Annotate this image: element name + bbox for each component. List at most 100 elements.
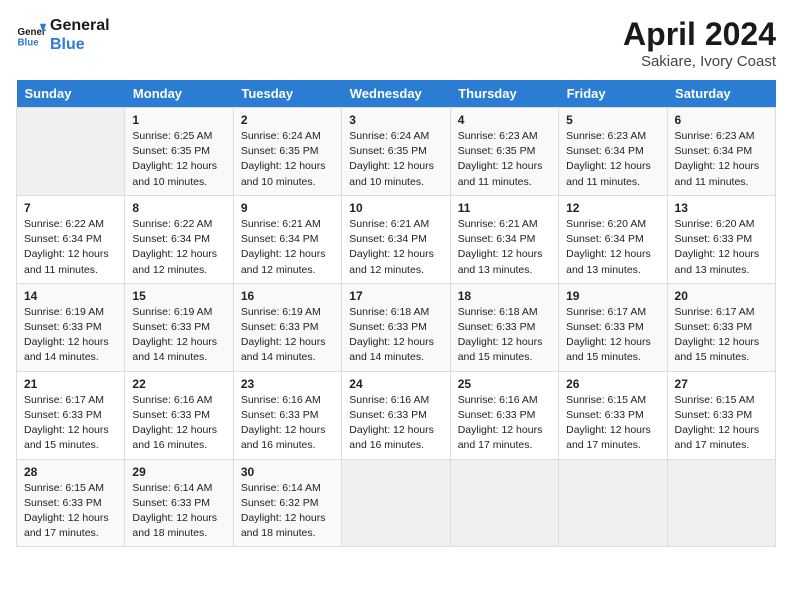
header-cell-thursday: Thursday xyxy=(450,80,558,108)
day-number: 2 xyxy=(241,113,334,127)
day-number: 19 xyxy=(566,289,659,303)
day-cell: 5 Sunrise: 6:23 AMSunset: 6:34 PMDaylight… xyxy=(559,108,667,196)
day-detail: Sunrise: 6:19 AMSunset: 6:33 PMDaylight:… xyxy=(24,306,109,364)
week-row-5: 28 Sunrise: 6:15 AMSunset: 6:33 PMDayligh… xyxy=(17,459,776,547)
title-block: April 2024 Sakiare, Ivory Coast xyxy=(623,16,776,70)
day-cell: 22 Sunrise: 6:16 AMSunset: 6:33 PMDayligh… xyxy=(125,371,233,459)
week-row-1: 1Sunrise: 6:25 AMSunset: 6:35 PMDaylight… xyxy=(17,108,776,196)
day-detail: Sunrise: 6:16 AMSunset: 6:33 PMDaylight:… xyxy=(458,394,543,452)
week-row-4: 21 Sunrise: 6:17 AMSunset: 6:33 PMDayligh… xyxy=(17,371,776,459)
day-cell: 30 Sunrise: 6:14 AMSunset: 6:32 PMDayligh… xyxy=(233,459,341,547)
day-number: 24 xyxy=(349,377,442,391)
day-detail: Sunrise: 6:15 AMSunset: 6:33 PMDaylight:… xyxy=(675,394,760,452)
day-detail: Sunrise: 6:23 AMSunset: 6:34 PMDaylight:… xyxy=(566,130,651,188)
week-row-3: 14 Sunrise: 6:19 AMSunset: 6:33 PMDayligh… xyxy=(17,283,776,371)
logo: General Blue General Blue xyxy=(16,16,110,54)
day-detail: Sunrise: 6:20 AMSunset: 6:33 PMDaylight:… xyxy=(675,218,760,276)
day-detail: Sunrise: 6:22 AMSunset: 6:34 PMDaylight:… xyxy=(24,218,109,276)
day-detail: Sunrise: 6:19 AMSunset: 6:33 PMDaylight:… xyxy=(241,306,326,364)
day-number: 23 xyxy=(241,377,334,391)
day-cell: 18 Sunrise: 6:18 AMSunset: 6:33 PMDayligh… xyxy=(450,283,558,371)
day-detail: Sunrise: 6:14 AMSunset: 6:32 PMDaylight:… xyxy=(241,482,326,540)
day-cell: 11Sunrise: 6:21 AMSunset: 6:34 PMDayligh… xyxy=(450,195,558,283)
day-cell: 2Sunrise: 6:24 AMSunset: 6:35 PMDaylight… xyxy=(233,108,341,196)
day-cell: 3 Sunrise: 6:24 AMSunset: 6:35 PMDaylight… xyxy=(342,108,450,196)
day-number: 4 xyxy=(458,113,551,127)
day-number: 25 xyxy=(458,377,551,391)
day-cell: 6 Sunrise: 6:23 AMSunset: 6:34 PMDaylight… xyxy=(667,108,775,196)
day-detail: Sunrise: 6:23 AMSunset: 6:35 PMDaylight:… xyxy=(458,130,543,188)
week-row-2: 7 Sunrise: 6:22 AMSunset: 6:34 PMDaylight… xyxy=(17,195,776,283)
day-detail: Sunrise: 6:17 AMSunset: 6:33 PMDaylight:… xyxy=(675,306,760,364)
day-cell: 4 Sunrise: 6:23 AMSunset: 6:35 PMDaylight… xyxy=(450,108,558,196)
day-number: 30 xyxy=(241,465,334,479)
day-cell: 8 Sunrise: 6:22 AMSunset: 6:34 PMDaylight… xyxy=(125,195,233,283)
day-number: 8 xyxy=(132,201,225,215)
day-detail: Sunrise: 6:17 AMSunset: 6:33 PMDaylight:… xyxy=(24,394,109,452)
day-number: 15 xyxy=(132,289,225,303)
svg-text:Blue: Blue xyxy=(18,38,40,49)
day-number: 27 xyxy=(675,377,768,391)
day-detail: Sunrise: 6:21 AMSunset: 6:34 PMDaylight:… xyxy=(458,218,543,276)
day-cell xyxy=(342,459,450,547)
day-detail: Sunrise: 6:17 AMSunset: 6:33 PMDaylight:… xyxy=(566,306,651,364)
day-number: 9 xyxy=(241,201,334,215)
day-number: 16 xyxy=(241,289,334,303)
day-cell: 29 Sunrise: 6:14 AMSunset: 6:33 PMDayligh… xyxy=(125,459,233,547)
day-number: 28 xyxy=(24,465,117,479)
header-cell-sunday: Sunday xyxy=(17,80,125,108)
logo-line1: General xyxy=(50,16,110,35)
day-detail: Sunrise: 6:21 AMSunset: 6:34 PMDaylight:… xyxy=(241,218,326,276)
day-cell: 12 Sunrise: 6:20 AMSunset: 6:34 PMDayligh… xyxy=(559,195,667,283)
day-number: 7 xyxy=(24,201,117,215)
day-cell: 24 Sunrise: 6:16 AMSunset: 6:33 PMDayligh… xyxy=(342,371,450,459)
day-cell: 27 Sunrise: 6:15 AMSunset: 6:33 PMDayligh… xyxy=(667,371,775,459)
day-detail: Sunrise: 6:22 AMSunset: 6:34 PMDaylight:… xyxy=(132,218,217,276)
header-cell-monday: Monday xyxy=(125,80,233,108)
day-detail: Sunrise: 6:18 AMSunset: 6:33 PMDaylight:… xyxy=(458,306,543,364)
day-detail: Sunrise: 6:24 AMSunset: 6:35 PMDaylight:… xyxy=(349,130,434,188)
day-cell: 7 Sunrise: 6:22 AMSunset: 6:34 PMDaylight… xyxy=(17,195,125,283)
subtitle: Sakiare, Ivory Coast xyxy=(623,53,776,70)
day-detail: Sunrise: 6:21 AMSunset: 6:34 PMDaylight:… xyxy=(349,218,434,276)
day-cell: 9 Sunrise: 6:21 AMSunset: 6:34 PMDaylight… xyxy=(233,195,341,283)
day-cell: 25 Sunrise: 6:16 AMSunset: 6:33 PMDayligh… xyxy=(450,371,558,459)
day-cell xyxy=(667,459,775,547)
day-detail: Sunrise: 6:20 AMSunset: 6:34 PMDaylight:… xyxy=(566,218,651,276)
day-detail: Sunrise: 6:19 AMSunset: 6:33 PMDaylight:… xyxy=(132,306,217,364)
day-cell: 14 Sunrise: 6:19 AMSunset: 6:33 PMDayligh… xyxy=(17,283,125,371)
day-number: 3 xyxy=(349,113,442,127)
day-number: 17 xyxy=(349,289,442,303)
day-detail: Sunrise: 6:16 AMSunset: 6:33 PMDaylight:… xyxy=(132,394,217,452)
day-cell: 28 Sunrise: 6:15 AMSunset: 6:33 PMDayligh… xyxy=(17,459,125,547)
day-number: 6 xyxy=(675,113,768,127)
day-cell: 1Sunrise: 6:25 AMSunset: 6:35 PMDaylight… xyxy=(125,108,233,196)
day-cell: 10 Sunrise: 6:21 AMSunset: 6:34 PMDayligh… xyxy=(342,195,450,283)
day-number: 26 xyxy=(566,377,659,391)
day-cell xyxy=(559,459,667,547)
day-number: 10 xyxy=(349,201,442,215)
day-number: 13 xyxy=(675,201,768,215)
day-detail: Sunrise: 6:18 AMSunset: 6:33 PMDaylight:… xyxy=(349,306,434,364)
day-number: 5 xyxy=(566,113,659,127)
day-cell xyxy=(450,459,558,547)
header-cell-tuesday: Tuesday xyxy=(233,80,341,108)
day-number: 18 xyxy=(458,289,551,303)
logo-line2: Blue xyxy=(50,35,110,54)
day-cell: 17 Sunrise: 6:18 AMSunset: 6:33 PMDayligh… xyxy=(342,283,450,371)
day-detail: Sunrise: 6:15 AMSunset: 6:33 PMDaylight:… xyxy=(24,482,109,540)
header-row: SundayMondayTuesdayWednesdayThursdayFrid… xyxy=(17,80,776,108)
day-number: 22 xyxy=(132,377,225,391)
header-cell-friday: Friday xyxy=(559,80,667,108)
day-detail: Sunrise: 6:15 AMSunset: 6:33 PMDaylight:… xyxy=(566,394,651,452)
day-detail: Sunrise: 6:23 AMSunset: 6:34 PMDaylight:… xyxy=(675,130,760,188)
day-number: 29 xyxy=(132,465,225,479)
calendar-table: SundayMondayTuesdayWednesdayThursdayFrid… xyxy=(16,80,776,547)
day-cell: 15 Sunrise: 6:19 AMSunset: 6:33 PMDayligh… xyxy=(125,283,233,371)
day-number: 14 xyxy=(24,289,117,303)
day-detail: Sunrise: 6:16 AMSunset: 6:33 PMDaylight:… xyxy=(349,394,434,452)
day-number: 12 xyxy=(566,201,659,215)
day-detail: Sunrise: 6:14 AMSunset: 6:33 PMDaylight:… xyxy=(132,482,217,540)
header-cell-wednesday: Wednesday xyxy=(342,80,450,108)
day-number: 21 xyxy=(24,377,117,391)
